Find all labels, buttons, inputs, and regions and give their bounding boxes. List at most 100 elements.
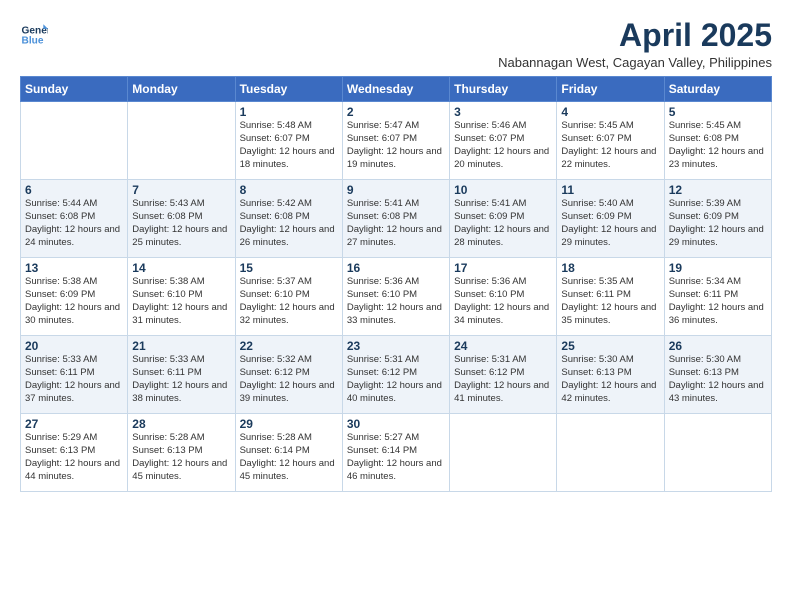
table-cell (128, 102, 235, 180)
day-info: Sunrise: 5:29 AM Sunset: 6:13 PM Dayligh… (25, 432, 123, 483)
day-info: Sunrise: 5:41 AM Sunset: 6:08 PM Dayligh… (347, 198, 445, 249)
day-number: 30 (347, 417, 445, 431)
day-number: 27 (25, 417, 123, 431)
calendar: Sunday Monday Tuesday Wednesday Thursday… (20, 76, 772, 492)
header: General Blue April 2025 Nabannagan West,… (20, 18, 772, 70)
day-number: 20 (25, 339, 123, 353)
table-cell: 28Sunrise: 5:28 AM Sunset: 6:13 PM Dayli… (128, 414, 235, 492)
logo: General Blue (20, 18, 48, 46)
day-info: Sunrise: 5:39 AM Sunset: 6:09 PM Dayligh… (669, 198, 767, 249)
table-cell (557, 414, 664, 492)
day-info: Sunrise: 5:41 AM Sunset: 6:09 PM Dayligh… (454, 198, 552, 249)
table-cell: 13Sunrise: 5:38 AM Sunset: 6:09 PM Dayli… (21, 258, 128, 336)
day-info: Sunrise: 5:36 AM Sunset: 6:10 PM Dayligh… (347, 276, 445, 327)
day-info: Sunrise: 5:38 AM Sunset: 6:10 PM Dayligh… (132, 276, 230, 327)
calendar-week-row: 13Sunrise: 5:38 AM Sunset: 6:09 PM Dayli… (21, 258, 772, 336)
table-cell: 11Sunrise: 5:40 AM Sunset: 6:09 PM Dayli… (557, 180, 664, 258)
table-cell: 30Sunrise: 5:27 AM Sunset: 6:14 PM Dayli… (342, 414, 449, 492)
day-number: 18 (561, 261, 659, 275)
day-info: Sunrise: 5:45 AM Sunset: 6:07 PM Dayligh… (561, 120, 659, 171)
table-cell: 19Sunrise: 5:34 AM Sunset: 6:11 PM Dayli… (664, 258, 771, 336)
day-number: 8 (240, 183, 338, 197)
table-cell: 9Sunrise: 5:41 AM Sunset: 6:08 PM Daylig… (342, 180, 449, 258)
table-cell: 14Sunrise: 5:38 AM Sunset: 6:10 PM Dayli… (128, 258, 235, 336)
day-number: 9 (347, 183, 445, 197)
day-info: Sunrise: 5:33 AM Sunset: 6:11 PM Dayligh… (132, 354, 230, 405)
calendar-week-row: 20Sunrise: 5:33 AM Sunset: 6:11 PM Dayli… (21, 336, 772, 414)
day-number: 23 (347, 339, 445, 353)
day-info: Sunrise: 5:35 AM Sunset: 6:11 PM Dayligh… (561, 276, 659, 327)
day-info: Sunrise: 5:32 AM Sunset: 6:12 PM Dayligh… (240, 354, 338, 405)
day-info: Sunrise: 5:31 AM Sunset: 6:12 PM Dayligh… (454, 354, 552, 405)
day-number: 2 (347, 105, 445, 119)
table-cell: 3Sunrise: 5:46 AM Sunset: 6:07 PM Daylig… (450, 102, 557, 180)
col-saturday: Saturday (664, 77, 771, 102)
table-cell (664, 414, 771, 492)
day-number: 15 (240, 261, 338, 275)
col-tuesday: Tuesday (235, 77, 342, 102)
table-cell: 20Sunrise: 5:33 AM Sunset: 6:11 PM Dayli… (21, 336, 128, 414)
table-cell: 6Sunrise: 5:44 AM Sunset: 6:08 PM Daylig… (21, 180, 128, 258)
day-number: 24 (454, 339, 552, 353)
table-cell: 25Sunrise: 5:30 AM Sunset: 6:13 PM Dayli… (557, 336, 664, 414)
col-monday: Monday (128, 77, 235, 102)
day-number: 7 (132, 183, 230, 197)
day-info: Sunrise: 5:46 AM Sunset: 6:07 PM Dayligh… (454, 120, 552, 171)
col-wednesday: Wednesday (342, 77, 449, 102)
table-cell: 18Sunrise: 5:35 AM Sunset: 6:11 PM Dayli… (557, 258, 664, 336)
day-number: 21 (132, 339, 230, 353)
col-friday: Friday (557, 77, 664, 102)
day-number: 13 (25, 261, 123, 275)
table-cell: 27Sunrise: 5:29 AM Sunset: 6:13 PM Dayli… (21, 414, 128, 492)
day-number: 4 (561, 105, 659, 119)
day-number: 19 (669, 261, 767, 275)
day-info: Sunrise: 5:33 AM Sunset: 6:11 PM Dayligh… (25, 354, 123, 405)
table-cell: 23Sunrise: 5:31 AM Sunset: 6:12 PM Dayli… (342, 336, 449, 414)
calendar-week-row: 27Sunrise: 5:29 AM Sunset: 6:13 PM Dayli… (21, 414, 772, 492)
table-cell: 12Sunrise: 5:39 AM Sunset: 6:09 PM Dayli… (664, 180, 771, 258)
day-info: Sunrise: 5:38 AM Sunset: 6:09 PM Dayligh… (25, 276, 123, 327)
table-cell: 8Sunrise: 5:42 AM Sunset: 6:08 PM Daylig… (235, 180, 342, 258)
calendar-week-row: 6Sunrise: 5:44 AM Sunset: 6:08 PM Daylig… (21, 180, 772, 258)
day-info: Sunrise: 5:40 AM Sunset: 6:09 PM Dayligh… (561, 198, 659, 249)
main-title: April 2025 (498, 18, 772, 53)
table-cell: 4Sunrise: 5:45 AM Sunset: 6:07 PM Daylig… (557, 102, 664, 180)
table-cell: 10Sunrise: 5:41 AM Sunset: 6:09 PM Dayli… (450, 180, 557, 258)
day-number: 11 (561, 183, 659, 197)
day-info: Sunrise: 5:48 AM Sunset: 6:07 PM Dayligh… (240, 120, 338, 171)
day-info: Sunrise: 5:37 AM Sunset: 6:10 PM Dayligh… (240, 276, 338, 327)
day-info: Sunrise: 5:44 AM Sunset: 6:08 PM Dayligh… (25, 198, 123, 249)
day-number: 12 (669, 183, 767, 197)
day-number: 3 (454, 105, 552, 119)
table-cell: 15Sunrise: 5:37 AM Sunset: 6:10 PM Dayli… (235, 258, 342, 336)
day-number: 25 (561, 339, 659, 353)
day-info: Sunrise: 5:28 AM Sunset: 6:13 PM Dayligh… (132, 432, 230, 483)
day-info: Sunrise: 5:36 AM Sunset: 6:10 PM Dayligh… (454, 276, 552, 327)
day-info: Sunrise: 5:43 AM Sunset: 6:08 PM Dayligh… (132, 198, 230, 249)
calendar-header-row: Sunday Monday Tuesday Wednesday Thursday… (21, 77, 772, 102)
day-number: 28 (132, 417, 230, 431)
day-info: Sunrise: 5:47 AM Sunset: 6:07 PM Dayligh… (347, 120, 445, 171)
table-cell: 5Sunrise: 5:45 AM Sunset: 6:08 PM Daylig… (664, 102, 771, 180)
day-info: Sunrise: 5:31 AM Sunset: 6:12 PM Dayligh… (347, 354, 445, 405)
table-cell: 29Sunrise: 5:28 AM Sunset: 6:14 PM Dayli… (235, 414, 342, 492)
day-number: 29 (240, 417, 338, 431)
svg-text:Blue: Blue (22, 36, 44, 46)
table-cell (450, 414, 557, 492)
table-cell: 26Sunrise: 5:30 AM Sunset: 6:13 PM Dayli… (664, 336, 771, 414)
table-cell: 16Sunrise: 5:36 AM Sunset: 6:10 PM Dayli… (342, 258, 449, 336)
day-info: Sunrise: 5:28 AM Sunset: 6:14 PM Dayligh… (240, 432, 338, 483)
day-number: 14 (132, 261, 230, 275)
day-info: Sunrise: 5:45 AM Sunset: 6:08 PM Dayligh… (669, 120, 767, 171)
col-thursday: Thursday (450, 77, 557, 102)
table-cell: 17Sunrise: 5:36 AM Sunset: 6:10 PM Dayli… (450, 258, 557, 336)
day-info: Sunrise: 5:34 AM Sunset: 6:11 PM Dayligh… (669, 276, 767, 327)
day-number: 6 (25, 183, 123, 197)
table-cell: 7Sunrise: 5:43 AM Sunset: 6:08 PM Daylig… (128, 180, 235, 258)
calendar-week-row: 1Sunrise: 5:48 AM Sunset: 6:07 PM Daylig… (21, 102, 772, 180)
day-info: Sunrise: 5:30 AM Sunset: 6:13 PM Dayligh… (561, 354, 659, 405)
day-info: Sunrise: 5:42 AM Sunset: 6:08 PM Dayligh… (240, 198, 338, 249)
table-cell: 2Sunrise: 5:47 AM Sunset: 6:07 PM Daylig… (342, 102, 449, 180)
table-cell: 22Sunrise: 5:32 AM Sunset: 6:12 PM Dayli… (235, 336, 342, 414)
day-number: 5 (669, 105, 767, 119)
